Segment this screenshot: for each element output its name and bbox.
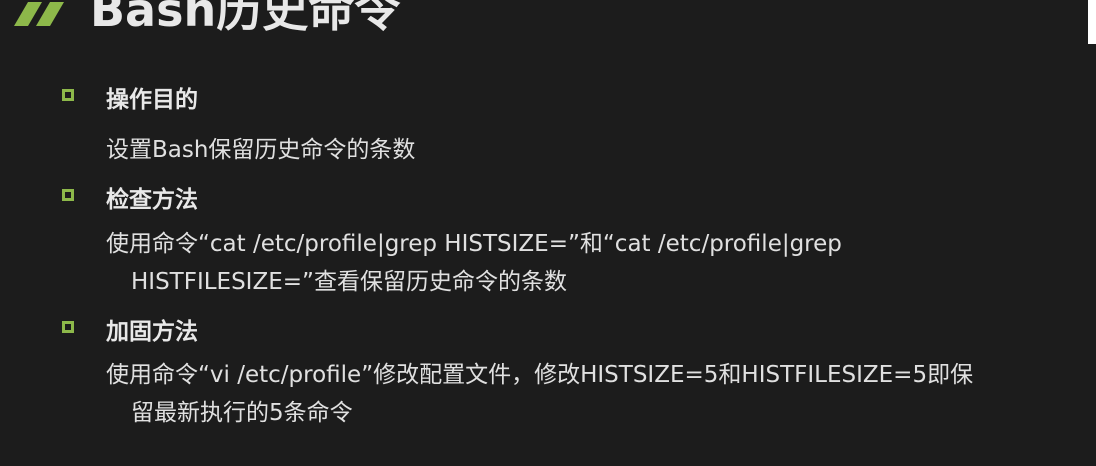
- square-bullet-icon: [62, 189, 74, 201]
- square-bullet-icon: [62, 89, 74, 101]
- section-text-check-line2: HISTFILESIZE=”查看保留历史命令的条数: [131, 269, 567, 295]
- section-heading-harden: 加固方法: [106, 319, 198, 345]
- section-text-check-line1: 使用命令“cat /etc/profile|grep HISTSIZE=”和“c…: [106, 231, 842, 257]
- section-text-harden-line1: 使用命令“vi /etc/profile”修改配置文件，修改HISTSIZE=5…: [106, 362, 974, 388]
- corner-box: [1088, 0, 1096, 44]
- section-text-harden-line2: 留最新执行的5条命令: [131, 400, 353, 426]
- section-heading-check: 检查方法: [106, 187, 198, 213]
- square-bullet-icon: [62, 321, 74, 333]
- section-text-purpose: 设置Bash保留历史命令的条数: [106, 137, 416, 163]
- section-heading-purpose: 操作目的: [106, 87, 198, 113]
- title-bar: Bash历史命令: [0, 0, 1000, 40]
- slide-title: Bash历史命令: [90, 0, 401, 37]
- slide: Bash历史命令 操作目的 设置Bash保留历史命令的条数 检查方法 使用命令“…: [0, 0, 1096, 466]
- chevron-arrows-icon: [14, 2, 64, 26]
